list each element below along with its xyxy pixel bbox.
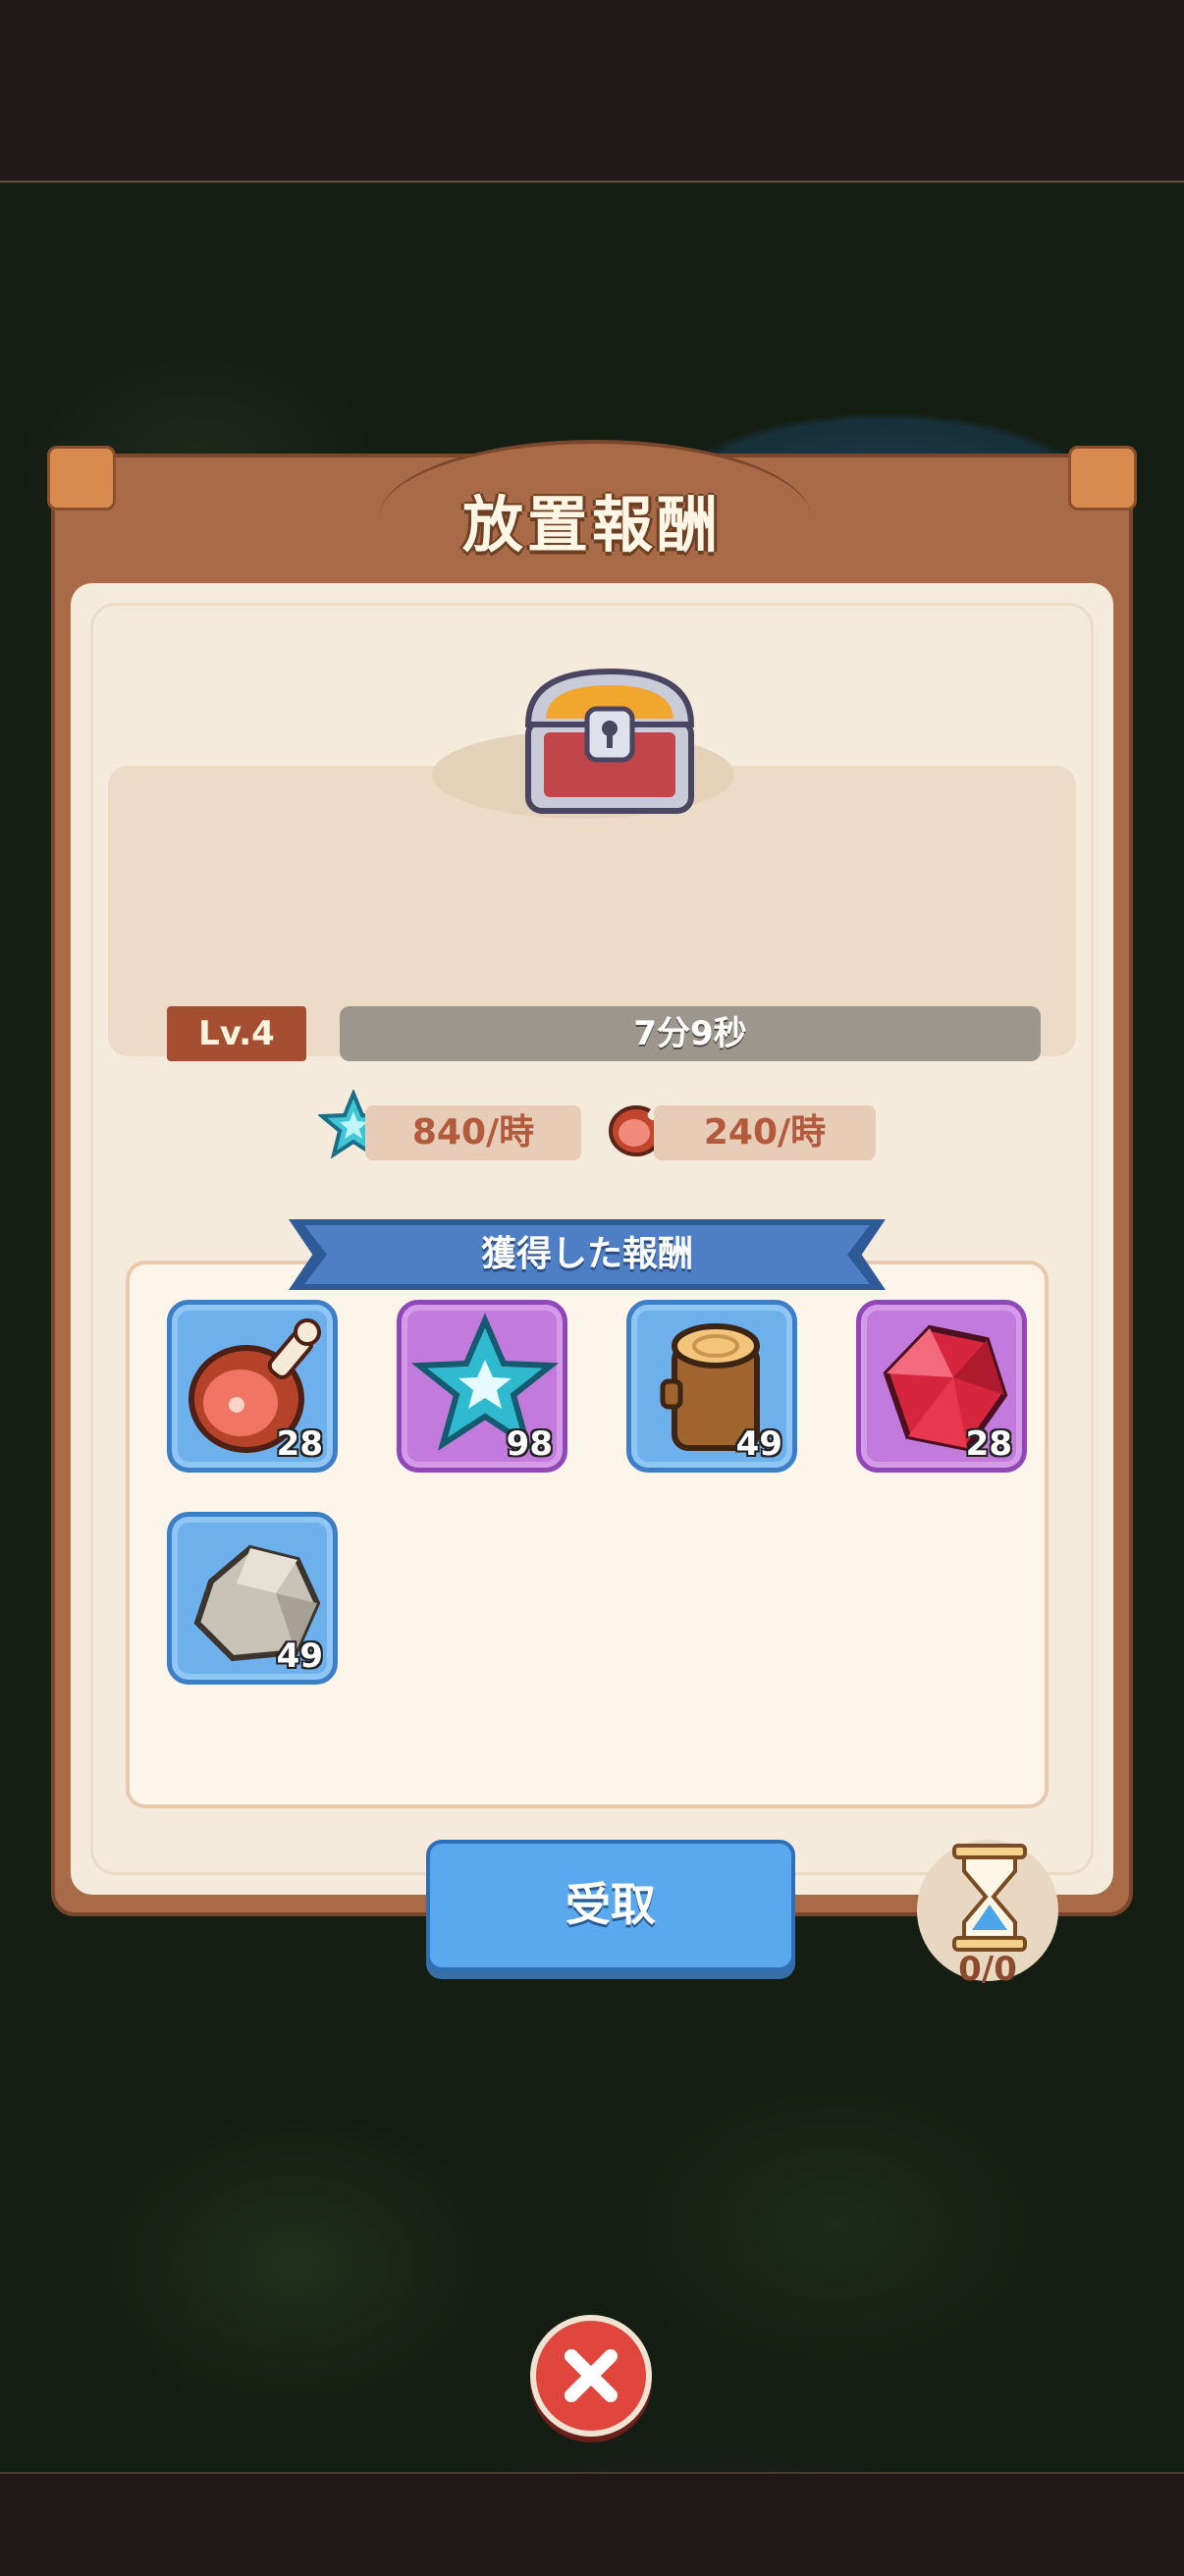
reward-item-stone[interactable]: 49 bbox=[167, 1512, 338, 1685]
hourglass-count: 0/0 bbox=[958, 1950, 1017, 1989]
close-button[interactable] bbox=[530, 2315, 652, 2437]
level-badge: Lv.4 bbox=[167, 1006, 306, 1061]
dialog-body: Lv.4 7分9秒 840/時 240/時 獲得した報酬 28 98 49 28… bbox=[71, 583, 1113, 1989]
reward-count: 28 bbox=[965, 1424, 1012, 1464]
close-icon bbox=[565, 2349, 618, 2402]
reward-count: 98 bbox=[506, 1424, 553, 1464]
reward-count: 28 bbox=[276, 1424, 323, 1464]
reward-item-star[interactable]: 98 bbox=[397, 1300, 567, 1473]
rewards-header: 獲得した報酬 bbox=[304, 1225, 870, 1284]
reward-count: 49 bbox=[735, 1424, 782, 1464]
reward-count: 49 bbox=[276, 1637, 323, 1676]
reward-item-wood[interactable]: 49 bbox=[626, 1300, 797, 1473]
dialog-title: 放置報酬 bbox=[461, 489, 722, 561]
idle-reward-dialog: 放置報酬 Lv.4 7分9秒 840/時 240/時 獲得した報酬 28 98 … bbox=[47, 440, 1137, 1989]
meat-rate: 240/時 bbox=[654, 1105, 876, 1160]
claim-button[interactable]: 受取 bbox=[426, 1840, 795, 1971]
top-bar bbox=[0, 0, 1184, 183]
bottom-bar bbox=[0, 2472, 1184, 2576]
reward-item-gem[interactable]: 28 bbox=[856, 1300, 1027, 1473]
idle-timer-bar: 7分9秒 bbox=[340, 1006, 1041, 1061]
treasure-chest-icon bbox=[524, 668, 695, 814]
star-rate: 840/時 bbox=[365, 1105, 581, 1160]
hourglass-icon bbox=[952, 1844, 1027, 1952]
reward-item-meat[interactable]: 28 bbox=[167, 1300, 338, 1473]
